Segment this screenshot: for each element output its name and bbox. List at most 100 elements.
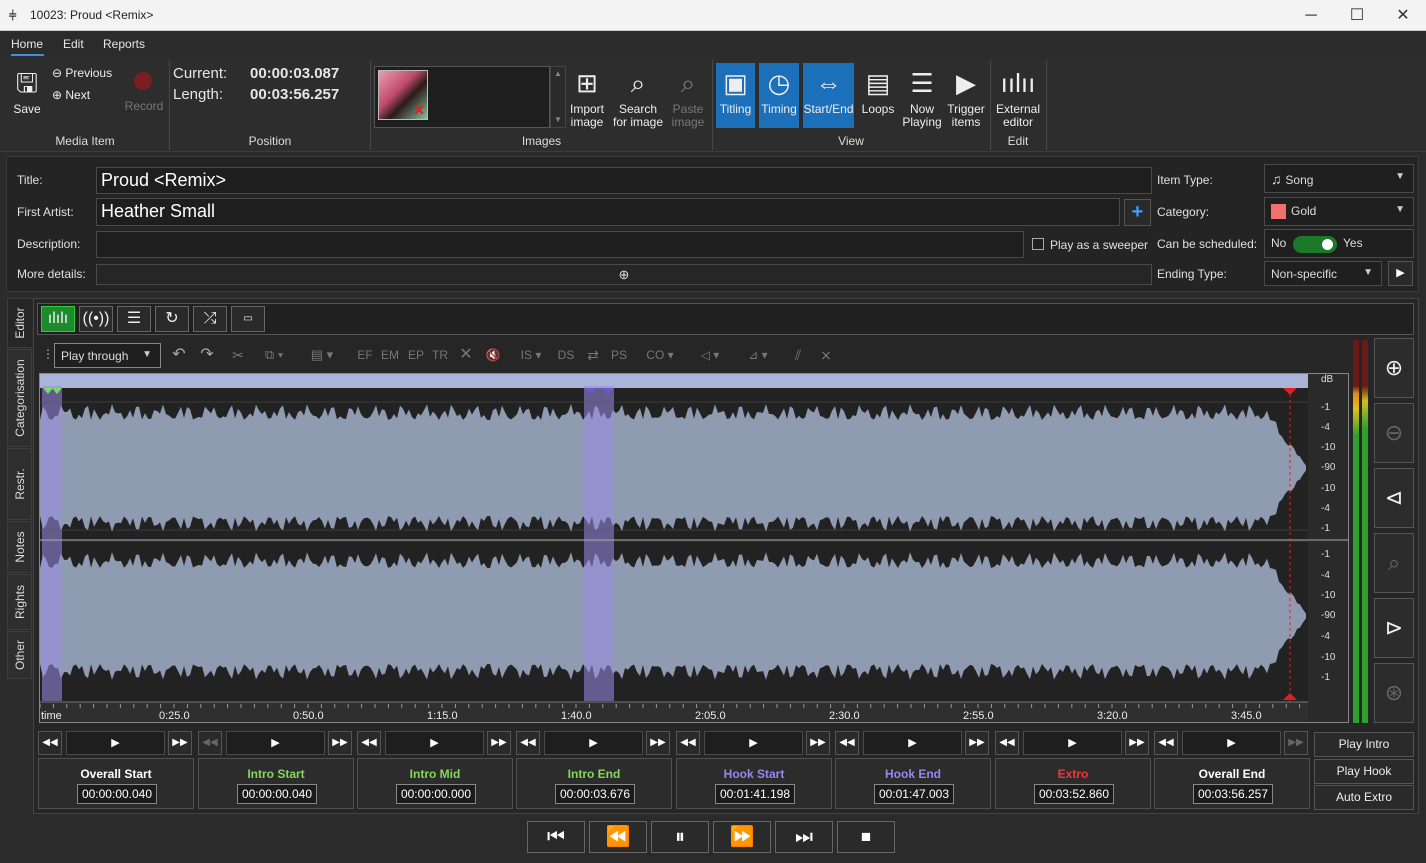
- trigger-items-button[interactable]: ▶ Trigger items: [945, 68, 987, 129]
- tab-restrictions[interactable]: Restr.: [7, 448, 32, 520]
- mute-button[interactable]: 🔇: [482, 343, 504, 367]
- go-to-end-button[interactable]: ⏭: [775, 821, 833, 853]
- titling-button[interactable]: ▣ Titling: [716, 63, 755, 128]
- play-mode-dropdown[interactable]: Play through ▼: [54, 343, 161, 368]
- stop-button[interactable]: ⏹: [837, 821, 895, 853]
- tab-notes[interactable]: Notes: [7, 521, 32, 573]
- fast-forward-button[interactable]: ⏩: [713, 821, 771, 853]
- play-intro-button[interactable]: Play Intro: [1314, 732, 1414, 757]
- marker-rewind-button[interactable]: ◀◀: [995, 731, 1019, 755]
- marker-forward-button[interactable]: ▶▶: [487, 731, 511, 755]
- delete-image-icon[interactable]: ✕: [413, 102, 425, 119]
- marker-rewind-button[interactable]: ◀◀: [1154, 731, 1178, 755]
- rewind-button[interactable]: ⏪: [589, 821, 647, 853]
- marker-play-button[interactable]: ▶: [1023, 731, 1122, 755]
- shuffle-mode-button[interactable]: ⤮: [193, 306, 227, 332]
- marker-forward-button[interactable]: ▶▶: [328, 731, 352, 755]
- zoom-right-button[interactable]: ⊳: [1374, 598, 1414, 658]
- title-field[interactable]: Proud <Remix>: [96, 167, 1152, 194]
- marker-rewind-button[interactable]: ◀◀: [835, 731, 859, 755]
- marker-forward-button[interactable]: ▶▶: [965, 731, 989, 755]
- go-to-start-button[interactable]: ⏮: [527, 821, 585, 853]
- marker-rewind-button[interactable]: ◀◀: [38, 731, 62, 755]
- loops-button[interactable]: ▤ Loops: [858, 68, 898, 116]
- item-type-dropdown[interactable]: ♫ Song ▼: [1264, 164, 1414, 193]
- close-button[interactable]: ✕: [1380, 0, 1426, 31]
- tool-ef-button[interactable]: EF: [354, 343, 376, 367]
- zoom-fit-button[interactable]: ⊛: [1374, 663, 1414, 723]
- marker-play-button[interactable]: ▶: [66, 731, 165, 755]
- marker-play-button[interactable]: ▶: [863, 731, 962, 755]
- broadcast-mode-button[interactable]: ((•)): [79, 306, 113, 332]
- marker-rewind-button[interactable]: ◀◀: [198, 731, 222, 755]
- timing-button[interactable]: ◷ Timing: [759, 63, 799, 128]
- marker-rewind-button[interactable]: ◀◀: [357, 731, 381, 755]
- zoom-selection-button[interactable]: ⌕: [1374, 533, 1414, 593]
- swap-button[interactable]: ⇄: [582, 343, 604, 367]
- marker-time-field[interactable]: 00:03:56.257: [1193, 784, 1273, 804]
- marker-time-field[interactable]: 00:01:41.198: [715, 784, 795, 804]
- marker-forward-button[interactable]: ▶▶: [1125, 731, 1149, 755]
- zoom-in-button[interactable]: ⊕: [1374, 338, 1414, 398]
- maximize-button[interactable]: ☐: [1334, 0, 1380, 31]
- marker-clear-button[interactable]: ⨯: [814, 343, 838, 367]
- start-end-button[interactable]: ⇔ Start/End: [803, 63, 854, 128]
- paste-image-button[interactable]: ⌕ Paste image: [670, 68, 706, 129]
- menu-home[interactable]: Home: [11, 37, 43, 51]
- external-editor-button[interactable]: ıılıı External editor: [994, 68, 1042, 129]
- tool-ds-button[interactable]: DS: [555, 343, 577, 367]
- marker-time-field[interactable]: 00:00:00.000: [396, 784, 476, 804]
- marker-time-field[interactable]: 00:01:47.003: [874, 784, 954, 804]
- search-image-button[interactable]: ⌕ Search for image: [612, 68, 664, 129]
- schedule-toggle[interactable]: [1293, 236, 1337, 253]
- ending-play-button[interactable]: ▶: [1388, 261, 1413, 286]
- artist-thumbnail[interactable]: ✕: [378, 70, 428, 120]
- tab-rights[interactable]: Rights: [7, 574, 32, 630]
- marker-play-button[interactable]: ▶: [1182, 731, 1281, 755]
- cue-mode-button[interactable]: ▭: [231, 306, 265, 332]
- add-artist-button[interactable]: +: [1124, 199, 1151, 226]
- minimize-button[interactable]: ─: [1288, 0, 1334, 31]
- marker-time-field[interactable]: 00:00:00.040: [77, 784, 157, 804]
- tab-editor[interactable]: Editor: [7, 298, 32, 348]
- redo-button[interactable]: ↷: [195, 343, 219, 367]
- undo-button[interactable]: ↶: [167, 343, 191, 367]
- zoom-out-button[interactable]: ⊖: [1374, 403, 1414, 463]
- ending-type-dropdown[interactable]: Non-specific ▼: [1264, 261, 1382, 286]
- paste-button[interactable]: ▤ ▾: [302, 343, 342, 367]
- marker-forward-button[interactable]: ▶▶: [806, 731, 830, 755]
- cut-button[interactable]: ✂: [226, 343, 250, 367]
- image-gallery[interactable]: ✕: [374, 66, 550, 128]
- list-mode-button[interactable]: ☰: [117, 306, 151, 332]
- tool-ps-button[interactable]: PS: [608, 343, 630, 367]
- zoom-left-button[interactable]: ⊲: [1374, 468, 1414, 528]
- marker-time-field[interactable]: 00:00:00.040: [237, 784, 317, 804]
- loop-mode-button[interactable]: ↻: [155, 306, 189, 332]
- menu-reports[interactable]: Reports: [103, 37, 145, 51]
- gallery-scrollbar[interactable]: ▲ ▼: [550, 66, 566, 128]
- description-field[interactable]: [96, 231, 1024, 258]
- auto-extro-button[interactable]: Auto Extro: [1314, 785, 1414, 810]
- marker-time-field[interactable]: 00:03:52.860: [1034, 784, 1114, 804]
- pause-button[interactable]: ⏸: [651, 821, 709, 853]
- tab-other[interactable]: Other: [7, 631, 32, 679]
- next-button[interactable]: ⊕ Next: [52, 89, 112, 102]
- marker-time-field[interactable]: 00:00:03.676: [555, 784, 635, 804]
- tool-ep-button[interactable]: EP: [405, 343, 427, 367]
- marker-forward-button[interactable]: ▶▶: [168, 731, 192, 755]
- marker-play-button[interactable]: ▶: [544, 731, 643, 755]
- envelope-button[interactable]: ⊿ ▾: [738, 343, 778, 367]
- scroll-up-icon[interactable]: ▲: [554, 69, 562, 78]
- import-image-button[interactable]: ⊞ Import image: [567, 68, 607, 129]
- marker-play-button[interactable]: ▶: [704, 731, 803, 755]
- delete-button[interactable]: ✕: [455, 343, 477, 367]
- marker-play-button[interactable]: ▶: [385, 731, 484, 755]
- menu-edit[interactable]: Edit: [63, 37, 84, 51]
- marker-rewind-button[interactable]: ◀◀: [516, 731, 540, 755]
- record-button[interactable]: Record: [122, 100, 166, 113]
- marker-play-button[interactable]: ▶: [226, 731, 325, 755]
- tab-categorisation[interactable]: Categorisation: [7, 349, 32, 447]
- volume-button[interactable]: ◁ ▾: [690, 343, 730, 367]
- waveform-mode-button[interactable]: ılılı: [41, 306, 75, 332]
- marker-rewind-button[interactable]: ◀◀: [676, 731, 700, 755]
